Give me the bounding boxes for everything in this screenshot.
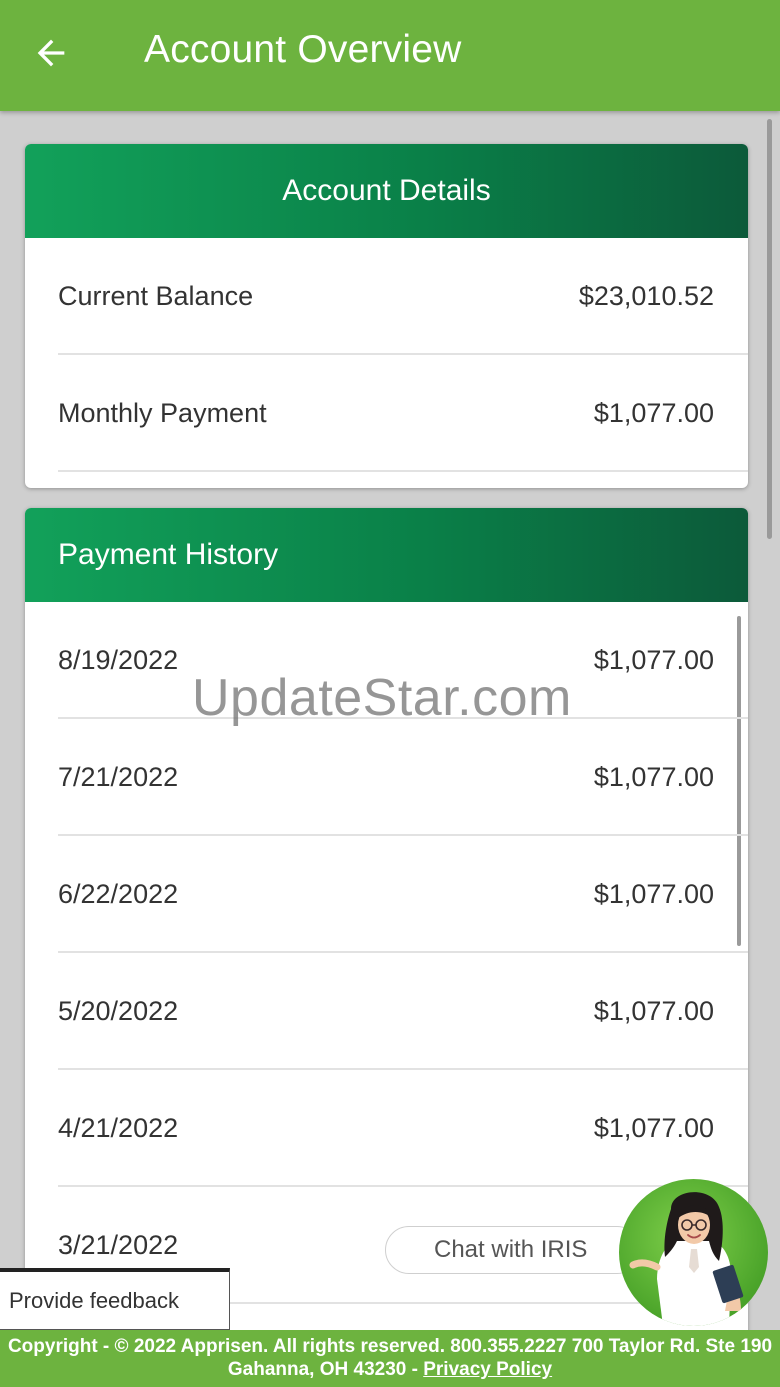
arrow-left-icon xyxy=(37,39,65,67)
privacy-policy-link[interactable]: Privacy Policy xyxy=(423,1359,552,1380)
payment-row: 8/19/2022 $1,077.00 xyxy=(25,602,748,719)
row-value: $23,010.52 xyxy=(578,281,714,311)
payment-history-header: Payment History xyxy=(25,508,748,602)
payment-date: 6/22/2022 xyxy=(58,879,179,909)
back-button[interactable] xyxy=(22,24,80,82)
page-title: Account Overview xyxy=(144,28,462,71)
app-bar: Account Overview xyxy=(0,0,780,111)
monthly-payment-row: Monthly Payment $1,077.00 xyxy=(25,355,748,472)
payment-date: 8/19/2022 xyxy=(58,645,179,675)
footer: Copyright - © 2022 Apprisen. All rights … xyxy=(0,1330,780,1387)
account-details-card: Account Details Current Balance $23,010.… xyxy=(25,144,748,488)
payment-amount: $1,077.00 xyxy=(593,879,714,909)
row-label: Monthly Payment xyxy=(58,398,267,428)
payment-row: 5/20/2022 $1,077.00 xyxy=(25,953,748,1070)
payment-date: 7/21/2022 xyxy=(58,762,179,792)
current-balance-row: Current Balance $23,010.52 xyxy=(25,238,748,355)
payment-date: 5/20/2022 xyxy=(58,996,179,1026)
row-value: $1,077.00 xyxy=(593,398,714,428)
payment-amount: $1,077.00 xyxy=(593,762,714,792)
page-scrollbar[interactable] xyxy=(767,119,772,539)
payment-row: 4/21/2022 $1,077.00 xyxy=(25,1070,748,1187)
main-content[interactable]: Account Details Current Balance $23,010.… xyxy=(0,111,780,1330)
payment-amount: $1,077.00 xyxy=(593,996,714,1026)
payment-date: 4/21/2022 xyxy=(58,1113,179,1143)
payment-amount: $1,077.00 xyxy=(593,645,714,675)
row-label: Current Balance xyxy=(58,281,254,311)
payment-amount: $1,077.00 xyxy=(593,1113,714,1143)
provide-feedback-button[interactable]: Provide feedback xyxy=(0,1268,230,1330)
payment-row: 7/21/2022 $1,077.00 xyxy=(25,719,748,836)
footer-copyright: Copyright - © 2022 Apprisen. All rights … xyxy=(7,1336,773,1380)
iris-assistant-avatar-icon[interactable] xyxy=(619,1179,768,1326)
chat-with-iris-button[interactable]: Chat with IRIS xyxy=(385,1226,641,1274)
account-details-header: Account Details xyxy=(25,144,748,238)
payment-date: 3/21/2022 xyxy=(58,1230,179,1260)
payment-row: 6/22/2022 $1,077.00 xyxy=(25,836,748,953)
